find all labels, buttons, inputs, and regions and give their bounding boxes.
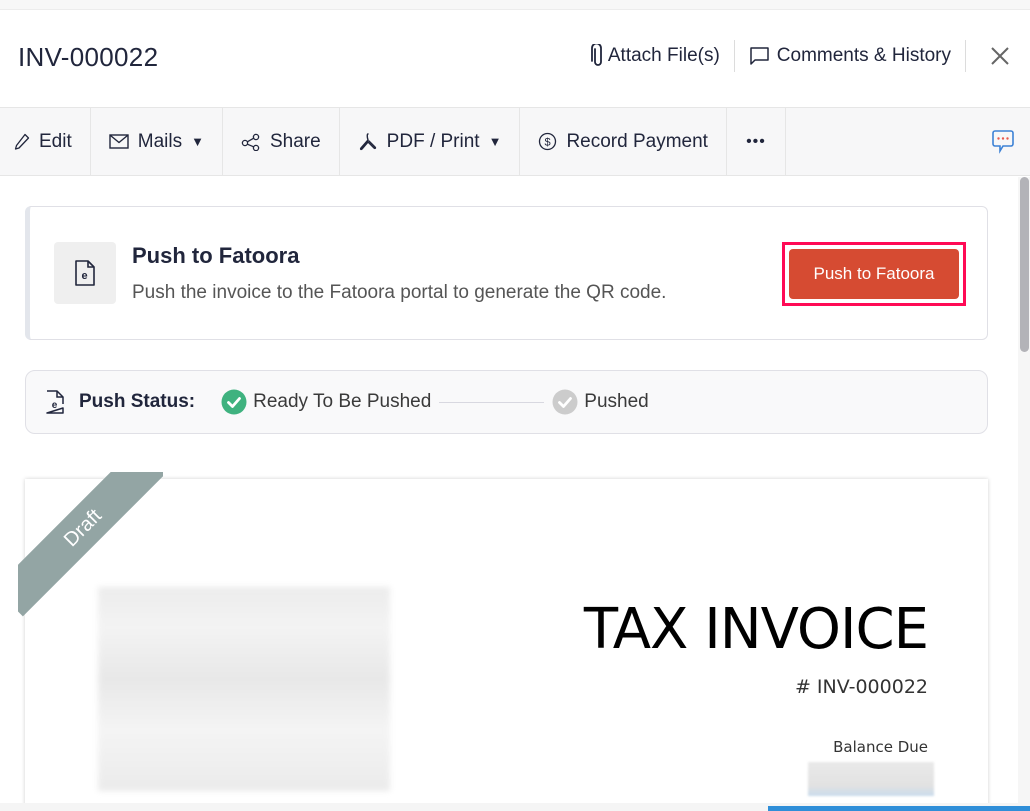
invoice-header: INV-000022 Attach File(s) Comments & His…	[0, 10, 1030, 107]
status-step-pushed: Pushed	[552, 389, 649, 415]
record-payment-button[interactable]: $ Record Payment	[520, 108, 727, 175]
push-button-highlight: Push to Fatoora	[782, 242, 966, 306]
more-icon: •••	[746, 132, 766, 150]
einvoice-status-icon: e	[46, 390, 64, 414]
divider	[965, 40, 966, 72]
more-options-button[interactable]: •••	[727, 108, 786, 175]
share-icon	[241, 133, 260, 151]
paperclip-icon	[590, 44, 602, 66]
bottom-progress-bar	[768, 806, 1030, 811]
einvoice-icon-box: e	[54, 242, 116, 304]
chat-support-button[interactable]	[990, 128, 1016, 159]
close-button[interactable]	[980, 46, 1020, 66]
attach-files-label: Attach File(s)	[607, 45, 720, 66]
balance-due-value-blurred	[808, 762, 934, 796]
chat-icon	[992, 130, 1014, 154]
organization-address-blurred	[98, 587, 390, 791]
edit-button[interactable]: Edit	[0, 108, 91, 175]
check-circle-pending-icon	[552, 389, 578, 415]
push-status-label: Push Status:	[79, 391, 196, 412]
push-card-description: Push the invoice to the Fatoora portal t…	[132, 282, 667, 303]
step-connector	[439, 401, 545, 403]
comment-icon	[750, 47, 769, 65]
einvoice-doc-icon: e	[75, 260, 95, 286]
invoice-type-title: TAX INVOICE	[583, 597, 929, 662]
record-payment-label: Record Payment	[566, 130, 708, 152]
divider	[733, 40, 735, 72]
push-card-title: Push to Fatoora	[132, 243, 300, 268]
share-button[interactable]: Share	[223, 108, 340, 175]
pdf-print-label: PDF / Print	[386, 130, 480, 152]
top-strip	[0, 0, 1030, 10]
share-label: Share	[269, 130, 321, 152]
mails-label: Mails	[137, 130, 183, 152]
svg-text:$: $	[545, 137, 551, 149]
scrollbar-thumb[interactable]	[1020, 177, 1029, 352]
check-circle-icon	[221, 389, 247, 415]
pencil-icon	[14, 133, 30, 150]
push-to-fatoora-button[interactable]: Push to Fatoora	[789, 249, 959, 299]
chevron-down-icon: ▼	[191, 134, 204, 149]
close-icon	[991, 47, 1009, 65]
status-step-ready: Ready To Be Pushed	[221, 389, 431, 415]
pdf-icon	[359, 132, 376, 150]
push-status-bar: e Push Status: Ready To Be Pushed Pushed	[25, 370, 988, 434]
content-area: e Push to Fatoora Push the invoice to th…	[0, 177, 1018, 811]
comments-history-label: Comments & History	[776, 45, 951, 66]
mail-icon	[109, 134, 129, 149]
invoice-number: # INV-000022	[794, 676, 928, 698]
invoice-preview: Draft TAX INVOICE # INV-000022 Balance D…	[18, 472, 988, 811]
action-toolbar: Edit Mails ▼ Share PDF / Print ▼ $ Recor…	[0, 107, 1030, 176]
payment-icon: $	[539, 132, 557, 151]
vertical-scrollbar[interactable]	[1018, 177, 1030, 811]
svg-text:e: e	[52, 400, 58, 411]
push-to-fatoora-card: e Push to Fatoora Push the invoice to th…	[25, 206, 988, 340]
comments-history-button[interactable]: Comments & History	[749, 40, 951, 72]
step-pushed-label: Pushed	[584, 391, 649, 412]
attach-files-button[interactable]: Attach File(s)	[590, 40, 720, 72]
page-title: INV-000022	[18, 42, 159, 72]
svg-text:e: e	[81, 270, 87, 282]
mails-dropdown[interactable]: Mails ▼	[91, 108, 223, 175]
chevron-down-icon: ▼	[488, 134, 502, 149]
step-ready-label: Ready To Be Pushed	[253, 391, 432, 412]
header-actions: Attach File(s) Comments & History	[590, 40, 1030, 72]
balance-due-label: Balance Due	[833, 738, 928, 756]
pdf-print-dropdown[interactable]: PDF / Print ▼	[340, 108, 521, 175]
edit-label: Edit	[39, 130, 72, 152]
